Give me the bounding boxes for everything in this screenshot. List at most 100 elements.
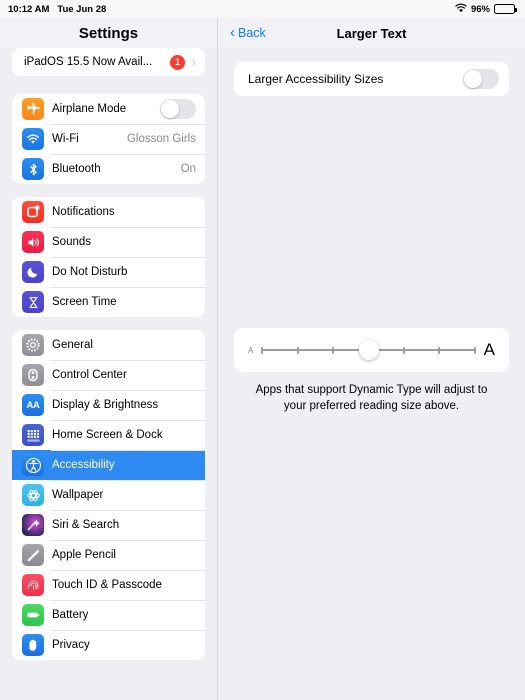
sidebar-item-accessibility[interactable]: Accessibility [12,450,205,480]
slider-max-label: A [483,340,495,359]
accessibility-icon [22,454,44,476]
sidebar-item-label: Airplane Mode [52,103,127,115]
sidebar-item-label: Display & Brightness [52,399,159,411]
sidebar-item-label: Siri & Search [52,519,120,531]
touch-id-icon [22,574,44,596]
battery-icon [22,604,44,626]
software-update-label: iPadOS 15.5 Now Avail... [24,56,153,68]
sidebar-item-label: Do Not Disturb [52,266,128,278]
sidebar-item-bluetooth[interactable]: Bluetooth On [12,154,205,184]
slider-tick-3 [332,346,335,354]
status-bar-left: 10:12 AM Tue Jun 28 [8,4,106,15]
airplane-mode-toggle[interactable] [160,99,196,119]
sidebar-item-touch-id-passcode[interactable]: Touch ID & Passcode [12,570,205,600]
bluetooth-icon [22,158,44,180]
sidebar-item-label: Home Screen & Dock [52,429,163,441]
sidebar-item-general[interactable]: General [12,330,205,360]
privacy-icon [22,634,44,656]
sidebar-item-label: Touch ID & Passcode [52,579,162,591]
sidebar-scroll-area[interactable]: iPadOS 15.5 Now Avail... 1 › Airplane Mo… [0,48,217,700]
software-update-group: iPadOS 15.5 Now Avail... 1 › [12,48,205,76]
wifi-icon [455,3,467,16]
home-screen-dock-icon [22,424,44,446]
status-date: Tue Jun 28 [57,3,107,15]
detail-pane: ‹ Back Larger Text Larger Accessibility … [218,18,525,700]
slider-tick-1 [261,346,264,354]
toggle-knob [161,100,179,118]
sidebar-item-wi-fi[interactable]: Wi-Fi Glosson Girls [12,124,205,154]
sidebar-item-label: Apple Pencil [52,549,116,561]
slider-tick-2 [296,346,299,354]
sidebar-item-siri-search[interactable]: Siri & Search [12,510,205,540]
screen-time-icon [22,291,44,313]
sounds-icon [22,231,44,253]
split-view: Settings iPadOS 15.5 Now Avail... 1 › Ai… [0,18,525,700]
slider-tick-6 [438,346,441,354]
apple-pencil-icon [22,544,44,566]
sidebar-item-label: Control Center [52,369,127,381]
airplane-icon [22,98,44,120]
chevron-right-icon: › [192,55,196,69]
chevron-left-icon: ‹ [230,24,235,41]
sidebar-group-connectivity: Airplane Mode Wi-Fi Glosson Girls Bluetooth… [12,94,205,184]
sidebar-item-airplane-mode[interactable]: Airplane Mode [12,94,205,124]
wifi-icon [22,128,44,150]
sidebar-item-home-screen-dock[interactable]: Home Screen & Dock [12,420,205,450]
software-update-badge: 1 [170,54,185,70]
sidebar-item-privacy[interactable]: Privacy [12,630,205,660]
sidebar-item-label: Sounds [52,236,92,248]
back-button-label: Back [238,26,266,40]
larger-accessibility-sizes-toggle[interactable] [463,69,499,89]
sidebar-group-system: General Control Center AA Display & Brightn… [12,330,205,660]
gear-icon [22,334,44,356]
sidebar-item-label: Wi-Fi [52,133,79,145]
larger-accessibility-sizes-row[interactable]: Larger Accessibility Sizes [234,62,509,96]
slider-min-label: A [248,345,254,355]
sidebar-item-label: Accessibility [52,459,115,471]
sidebar-item-notifications[interactable]: Notifications [12,197,205,227]
detail-header: ‹ Back Larger Text [218,18,525,48]
sidebar-item-screen-time[interactable]: Screen Time [12,287,205,317]
settings-sidebar: Settings iPadOS 15.5 Now Avail... 1 › Ai… [0,18,218,700]
sidebar-item-control-center[interactable]: Control Center [12,360,205,390]
ipad-settings-screen: 10:12 AM Tue Jun 28 96% Settings iPadOS … [0,0,525,700]
wi-fi-value: Glosson Girls [126,133,196,145]
larger-accessibility-sizes-card: Larger Accessibility Sizes [234,62,509,96]
sidebar-item-battery[interactable]: Battery [12,600,205,630]
display-brightness-icon: AA [22,394,44,416]
sidebar-item-apple-pencil[interactable]: Apple Pencil [12,540,205,570]
do-not-disturb-icon [22,261,44,283]
slider-tick-7 [473,346,476,354]
slider-knob[interactable] [358,340,379,360]
battery-percent: 96% [470,3,490,15]
sidebar-item-label: Screen Time [52,296,117,308]
text-size-slider[interactable] [261,340,476,360]
sidebar-groups: Airplane Mode Wi-Fi Glosson Girls Bluetooth… [12,94,205,660]
sidebar-item-label: Bluetooth [52,163,101,175]
status-time: 10:12 AM [8,3,50,15]
siri-search-icon [22,514,44,536]
sidebar-item-label: Battery [52,609,89,621]
sidebar-item-label: General [52,339,93,351]
sidebar-item-wallpaper[interactable]: Wallpaper [12,480,205,510]
sidebar-item-label: Privacy [52,639,90,651]
sidebar-group-alerts: Notifications Sounds Do Not Disturb Screen … [12,197,205,317]
sidebar-item-label: Wallpaper [52,489,104,501]
detail-body: Larger Accessibility Sizes A A Apps that… [218,48,525,700]
sidebar-item-sounds[interactable]: Sounds [12,227,205,257]
back-button[interactable]: ‹ Back [230,24,266,41]
slider-tick-5 [402,346,405,354]
control-center-icon [22,364,44,386]
wallpaper-icon [22,484,44,506]
bluetooth-value: On [180,163,196,175]
sidebar-item-display-brightness[interactable]: AA Display & Brightness [12,390,205,420]
sidebar-item-software-update[interactable]: iPadOS 15.5 Now Avail... 1 › [12,48,205,76]
notifications-icon [22,201,44,223]
sidebar-item-do-not-disturb[interactable]: Do Not Disturb [12,257,205,287]
status-bar-right: 96% [455,3,517,16]
status-bar: 10:12 AM Tue Jun 28 96% [0,0,525,18]
dynamic-type-caption: Apps that support Dynamic Type will adju… [255,384,488,412]
larger-accessibility-sizes-label: Larger Accessibility Sizes [248,72,384,86]
battery-icon [494,4,517,14]
sidebar-item-label: Notifications [52,206,115,218]
